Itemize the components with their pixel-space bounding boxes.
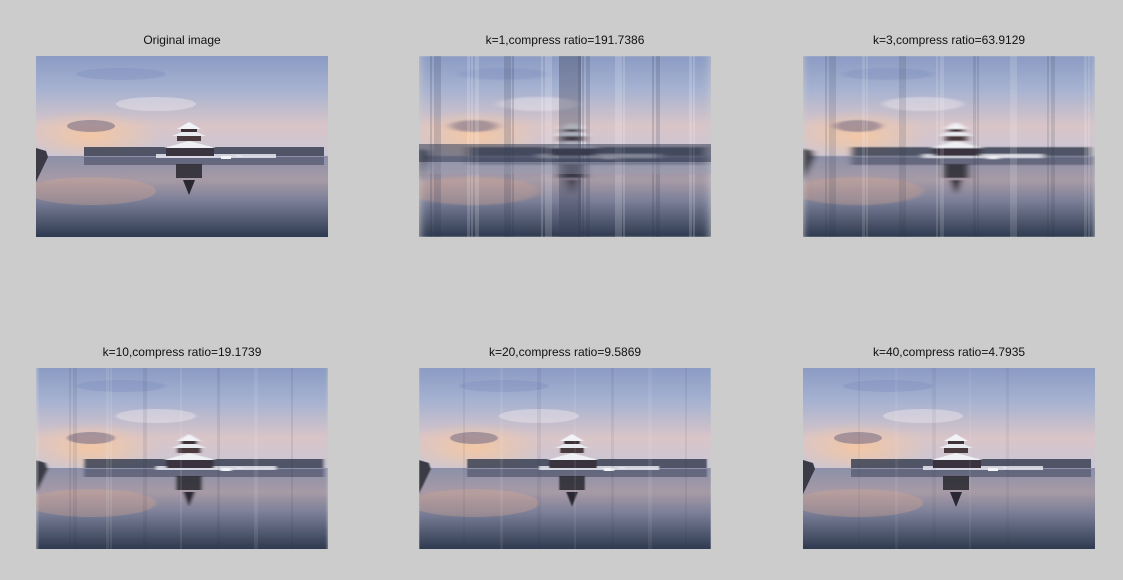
compressed-image-k1 <box>419 56 711 237</box>
panel-title-k1: k=1,compress ratio=191.7386 <box>485 33 645 47</box>
panel-k1: k=1,compress ratio=191.7386 <box>419 32 711 242</box>
compressed-image-k40 <box>803 368 1095 549</box>
panel-k10: k=10,compress ratio=19.1739 <box>36 344 328 554</box>
compressed-image-k20 <box>419 368 711 549</box>
figure-window: { "figure": { "panels": [ { "title": "Or… <box>0 0 1123 580</box>
compressed-image-k3 <box>803 56 1095 237</box>
panel-original: Original image <box>36 32 328 242</box>
original-image <box>36 56 328 237</box>
panel-title-original: Original image <box>143 33 221 47</box>
panel-k3: k=3,compress ratio=63.9129 <box>803 32 1095 242</box>
compressed-image-k10 <box>36 368 328 549</box>
panel-title-k20: k=20,compress ratio=9.5869 <box>488 345 642 359</box>
panel-k20: k=20,compress ratio=9.5869 <box>419 344 711 554</box>
panel-title-k10: k=10,compress ratio=19.1739 <box>102 345 262 359</box>
panel-title-k40: k=40,compress ratio=4.7935 <box>872 345 1026 359</box>
panel-k40: k=40,compress ratio=4.7935 <box>803 344 1095 554</box>
panel-title-k3: k=3,compress ratio=63.9129 <box>872 33 1026 47</box>
